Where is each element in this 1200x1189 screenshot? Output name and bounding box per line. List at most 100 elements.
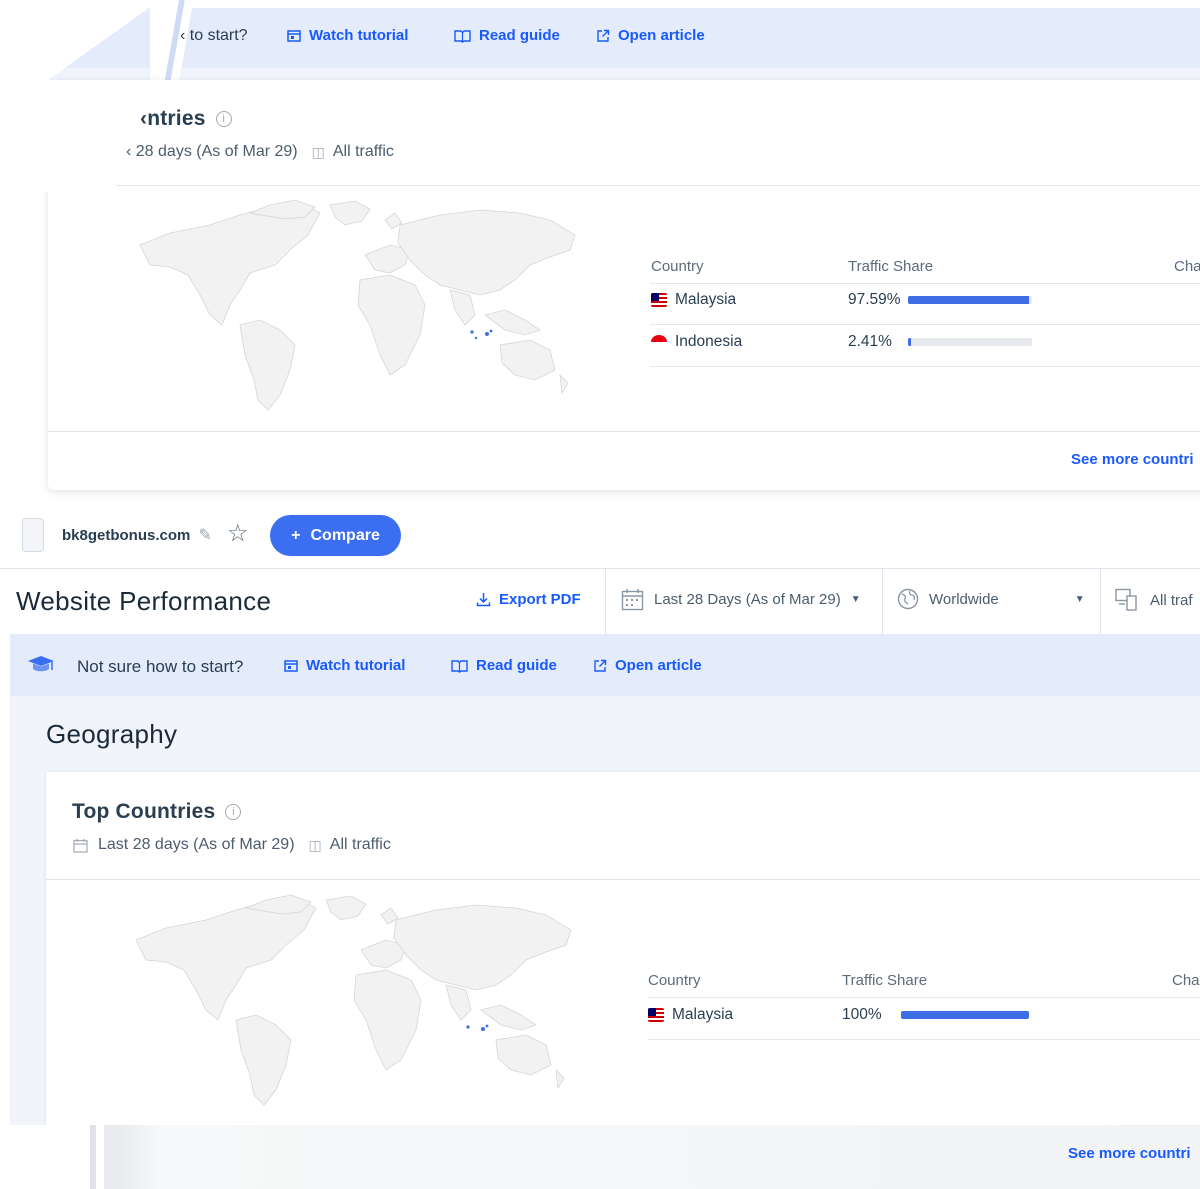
date-range: Last 28 days (As of Mar 29) [98,836,295,853]
traffic-share-bar-fill [901,1011,1029,1019]
top-banner-prompt: ‹ to start? [180,27,248,44]
page-title: Website Performance [16,586,272,616]
traffic-share-value: 97.59% [848,291,901,308]
indonesia-flag-icon [651,335,667,349]
date-range-label: Last 28 Days (As of Mar 29) [654,591,841,608]
region-filter[interactable]: Worldwide ▼ [897,588,1085,610]
top-watch-tutorial-link[interactable]: Watch tutorial [287,27,408,44]
card-divider [116,185,1200,186]
traffic-share-bar [908,338,1032,346]
traffic-share-value: 100% [842,1006,882,1023]
export-pdf-button[interactable]: Export PDF [476,591,581,608]
site-favicon-icon [22,518,44,552]
row-divider [650,283,1200,284]
calendar-icon [73,838,88,853]
country-name: Indonesia [675,333,743,350]
watch-tutorial-label: Watch tutorial [309,27,409,44]
card-footer [0,1125,1200,1189]
world-map[interactable] [130,195,590,420]
traffic-type-label: All traf [1150,591,1193,609]
export-label: Export PDF [499,591,581,608]
country-name: Malaysia [675,291,737,308]
table-row-malaysia[interactable]: Malaysia [648,1006,733,1024]
chevron-down-icon: ▼ [1074,593,1085,605]
see-more-countries-link[interactable]: See more countri [1071,451,1194,468]
external-link-icon [597,29,610,42]
star-icon[interactable]: ☆ [227,519,249,548]
open-article-label: Open article [615,657,702,674]
row-divider [648,997,1200,998]
calendar-icon [621,589,644,611]
region-label: Worldwide [929,590,999,608]
col-header-change[interactable]: Cha [1172,972,1200,989]
traffic-label: All traffic [329,836,391,853]
top-card-header: ‹ntries i [140,107,232,131]
pencil-icon[interactable]: ✎ [198,525,211,545]
card-footer-divider [48,431,1200,432]
devices-icon [1115,588,1137,611]
book-icon [451,659,468,673]
info-icon[interactable]: i [225,804,242,820]
read-guide-label: Read guide [479,27,560,44]
card-title: ‹ntries [140,107,206,130]
top-open-article-link[interactable]: Open article [596,27,705,44]
world-map-svg [135,894,572,1106]
compare-label: Compare [310,526,380,544]
traffic-share-bar [901,1011,1029,1019]
country-name: Malaysia [672,1006,734,1023]
header-separator [605,569,606,635]
book-icon [454,29,471,43]
read-guide-label: Read guide [476,657,557,674]
traffic-share-bar-fill [908,338,911,346]
video-icon [284,659,298,672]
card-meta: Last 28 days (As of Mar 29) ◫ All traffi… [73,836,391,854]
col-header-country[interactable]: Country [648,972,701,989]
domain-name: bk8getbonus.com [62,526,191,544]
open-article-link[interactable]: Open article [593,657,702,674]
card-crop-mask [0,80,116,192]
card-divider [46,879,1200,880]
malaysia-flag-icon [648,1008,664,1022]
card-header: Top Countries i [72,800,242,824]
traffic-label: All traffic [332,143,394,160]
info-icon[interactable]: i [215,111,232,127]
traffic-share-value: 2.41% [848,333,892,350]
plus-icon: + [291,526,301,544]
table-row-indonesia[interactable]: Indonesia [651,333,742,351]
read-guide-link[interactable]: Read guide [451,657,557,674]
devices-icon: ◫ [308,836,322,853]
traffic-type-filter[interactable]: All traf [1115,588,1193,612]
col-header-change[interactable]: Cha [1174,258,1200,275]
section-title: Geography [46,719,178,749]
video-icon [287,29,301,42]
world-map[interactable] [126,890,586,1115]
row-divider [650,366,1200,367]
download-icon [476,593,491,607]
col-header-country[interactable]: Country [651,258,704,275]
globe-icon [897,588,919,610]
compare-button[interactable]: + Compare [270,515,401,556]
domain-selector[interactable]: bk8getbonus.com ✎ [22,518,212,552]
open-article-label: Open article [618,27,705,44]
graduation-cap-icon [28,656,54,672]
world-map-svg [139,199,576,411]
see-more-countries-link[interactable]: See more countri [1068,1145,1191,1162]
watch-tutorial-link[interactable]: Watch tutorial [284,657,405,674]
date-range: ‹ 28 days (As of Mar 29) [126,143,298,160]
external-link-icon [594,659,607,672]
header-separator [882,569,883,635]
table-row-malaysia[interactable]: Malaysia [651,291,736,309]
devices-icon: ◫ [311,143,325,160]
help-prompt: Not sure how to start? [77,657,244,676]
date-range-filter[interactable]: Last 28 Days (As of Mar 29) ▼ [621,588,861,611]
header-separator [1100,569,1101,635]
col-header-traffic-share[interactable]: Traffic Share [848,258,933,275]
top-read-guide-link[interactable]: Read guide [454,27,560,44]
row-divider [650,324,1200,325]
malaysia-flag-icon [651,293,667,307]
top-card-meta: ‹ 28 days (As of Mar 29) ◫ All traffic [126,143,394,161]
col-header-traffic-share[interactable]: Traffic Share [842,972,927,989]
chevron-down-icon: ▼ [850,594,861,605]
row-divider [648,1039,1200,1040]
card-title: Top Countries [72,800,216,823]
